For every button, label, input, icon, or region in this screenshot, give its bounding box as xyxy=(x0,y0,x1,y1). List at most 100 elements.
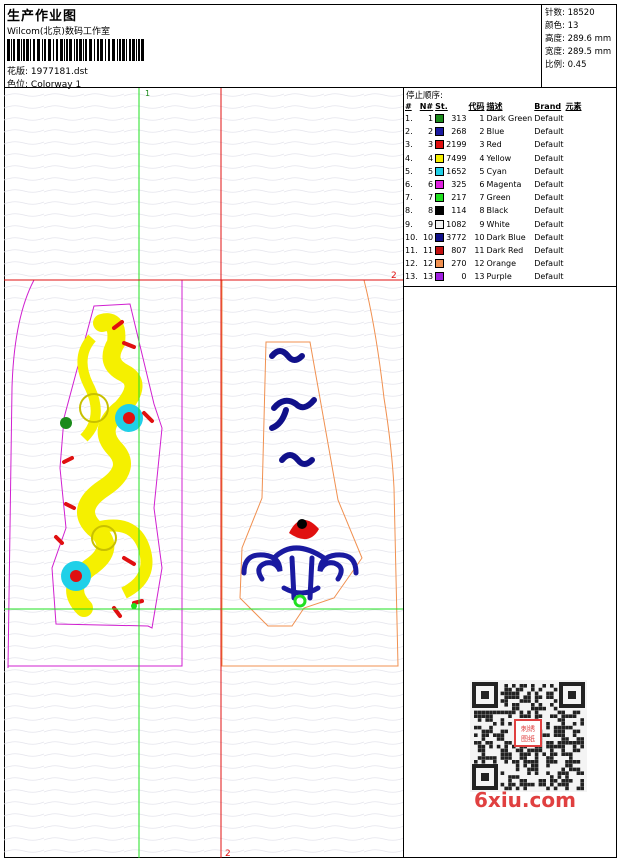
barcode xyxy=(7,39,144,61)
row-element xyxy=(565,204,583,217)
row-index: 9. xyxy=(405,219,413,229)
row-stitches: 1082 xyxy=(446,219,467,229)
color-swatch xyxy=(434,270,445,283)
column-brand: Brand xyxy=(534,101,562,111)
row-stitches: 114 xyxy=(451,206,467,216)
row-index: 13. xyxy=(405,272,418,282)
color-swatch xyxy=(434,257,445,270)
row-description: Green xyxy=(486,193,511,203)
table-row[interactable]: 5. 5 1652 5 Cyan Default xyxy=(404,165,583,178)
color-swatch xyxy=(434,165,445,178)
row-element xyxy=(565,270,583,283)
row-description: Dark Green xyxy=(486,114,533,124)
table-row[interactable]: 2. 2 268 2 Blue Default xyxy=(404,125,583,138)
color-swatch xyxy=(435,153,445,163)
table-row[interactable]: 13. 13 0 13 Purple Default xyxy=(404,270,583,283)
row-index: 2. xyxy=(405,127,413,137)
table-row[interactable]: 3. 3 2199 3 Red Default xyxy=(404,138,583,151)
column-stitches: St. xyxy=(435,101,448,111)
color-swatch xyxy=(434,218,445,231)
color-swatch xyxy=(434,138,445,151)
row-element xyxy=(565,231,583,244)
color-swatch xyxy=(434,231,445,244)
row-index: 3. xyxy=(405,140,413,150)
row-code: 8 xyxy=(479,206,485,216)
table-row[interactable]: 10. 10 3772 10 Dark Blue Default xyxy=(404,231,583,244)
row-code: 12 xyxy=(474,259,485,269)
row-code: 6 xyxy=(479,180,485,190)
table-row[interactable]: 7. 7 217 7 Green Default xyxy=(404,191,583,204)
row-stitches: 3772 xyxy=(446,232,467,242)
row-index: 10. xyxy=(405,232,418,242)
table-row[interactable]: 9. 9 1082 9 White Default xyxy=(404,218,583,231)
company-name: Wilcom(北京)数码工作室 xyxy=(7,27,110,37)
design-width: 宽度: 289.5 mm xyxy=(545,47,612,57)
table-row[interactable]: 11. 11 807 11 Dark Red Default xyxy=(404,244,583,257)
row-brand: Default xyxy=(534,180,564,190)
color-swatch xyxy=(435,259,445,269)
row-description: Black xyxy=(486,206,509,216)
table-row[interactable]: 4. 4 7499 4 Yellow Default xyxy=(404,152,583,165)
row-index: 11. xyxy=(405,245,418,255)
color-swatch xyxy=(435,114,445,124)
row-description: Magenta xyxy=(486,180,522,190)
color-swatch xyxy=(435,180,445,190)
color-swatch xyxy=(434,191,445,204)
red-h-guide-label: 2 xyxy=(391,271,397,281)
row-description: Orange xyxy=(486,259,517,269)
design-file-row: 花版: 1977181.dst xyxy=(7,64,88,77)
table-row[interactable]: 12. 12 270 12 Orange Default xyxy=(404,257,583,270)
color-swatch xyxy=(435,232,445,242)
stitch-count: 针数: 18520 xyxy=(545,8,595,18)
row-stitches: 2199 xyxy=(446,140,467,150)
row-code: 2 xyxy=(479,127,485,137)
design-canvas[interactable]: 1 2 2 xyxy=(4,88,404,858)
column-code: 代码 xyxy=(468,101,485,111)
row-index: 6. xyxy=(405,180,413,190)
color-swatch xyxy=(435,140,445,150)
row-needle: 1 xyxy=(428,114,434,124)
table-row[interactable]: 8. 8 114 8 Black Default xyxy=(404,204,583,217)
design-label: 花版: xyxy=(7,67,29,77)
table-row[interactable]: 1. 1 313 1 Dark Green Default xyxy=(404,112,583,125)
row-brand: Default xyxy=(534,114,564,124)
color-swatch xyxy=(435,206,445,216)
color-swatch xyxy=(434,178,445,191)
header-info: 生产作业图 Wilcom(北京)数码工作室 花版: 1977181.dst 色位… xyxy=(4,4,542,90)
qr-badge-text: 图纸 xyxy=(521,734,535,743)
color-swatch xyxy=(435,193,445,203)
row-needle: 2 xyxy=(428,127,434,137)
row-code: 10 xyxy=(474,232,485,242)
row-description: Dark Blue xyxy=(486,232,526,242)
color-swatch xyxy=(434,125,445,138)
row-index: 5. xyxy=(405,166,413,176)
design-scale: 比例: 0.45 xyxy=(545,60,587,70)
color-swatch xyxy=(435,166,445,176)
color-swatch xyxy=(435,127,445,137)
column-needle: N# xyxy=(419,101,434,111)
row-index: 4. xyxy=(405,153,413,163)
row-code: 9 xyxy=(479,219,485,229)
row-element xyxy=(565,138,583,151)
row-stitches: 0 xyxy=(461,272,467,282)
row-element xyxy=(565,257,583,270)
column-index: # xyxy=(405,101,412,111)
row-code: 4 xyxy=(479,153,485,163)
row-element xyxy=(565,125,583,138)
row-code: 3 xyxy=(479,140,485,150)
row-brand: Default xyxy=(534,193,564,203)
row-needle: 4 xyxy=(428,153,434,163)
stop-sequence-table: # N# St. 代码 描述 Brand 元素 1. 1 313 1 Dark Green Defau… xyxy=(404,100,583,283)
row-brand: Default xyxy=(534,272,564,282)
table-row[interactable]: 6. 6 325 6 Magenta Default xyxy=(404,178,583,191)
page-title: 生产作业图 xyxy=(7,9,78,24)
row-code: 11 xyxy=(474,245,485,255)
row-needle: 7 xyxy=(428,193,434,203)
row-stitches: 268 xyxy=(451,127,467,137)
row-element xyxy=(565,152,583,165)
color-swatch xyxy=(434,244,445,257)
row-code: 5 xyxy=(479,166,485,176)
row-description: Blue xyxy=(486,127,505,137)
design-height: 高度: 289.6 mm xyxy=(545,34,612,44)
color-swatch xyxy=(434,204,445,217)
